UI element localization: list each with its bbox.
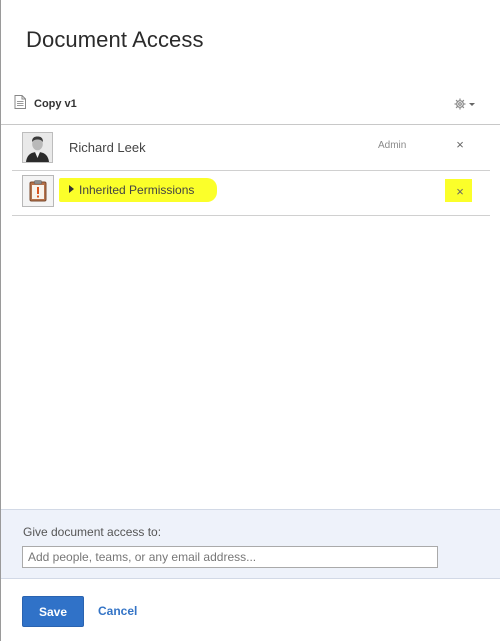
chevron-down-icon xyxy=(469,103,475,106)
user-access-row: Richard Leek Admin × xyxy=(12,125,490,170)
document-icon xyxy=(14,95,26,109)
give-access-panel: Give document access to: xyxy=(1,509,500,579)
cancel-button[interactable]: Cancel xyxy=(98,604,137,618)
document-name: Copy v1 xyxy=(34,98,77,110)
expand-caret-icon[interactable] xyxy=(69,185,74,193)
remove-user-button[interactable]: × xyxy=(452,137,468,153)
inherited-permissions-toggle[interactable]: Inherited Permissions xyxy=(79,183,194,197)
remove-inherited-button[interactable]: × xyxy=(452,184,468,200)
give-access-label: Give document access to: xyxy=(23,525,162,539)
settings-dropdown-button[interactable] xyxy=(453,96,481,112)
user-name: Richard Leek xyxy=(69,140,146,155)
access-search-input[interactable] xyxy=(22,546,438,568)
document-bar: Copy v1 xyxy=(1,88,500,124)
gear-icon xyxy=(454,98,475,110)
document-access-dialog: Document Access Copy v1 Richard Leek Adm… xyxy=(0,0,500,641)
save-button[interactable]: Save xyxy=(22,596,84,627)
avatar xyxy=(22,132,53,163)
dialog-title: Document Access xyxy=(26,27,204,52)
row-divider xyxy=(12,215,490,216)
user-role: Admin xyxy=(378,140,407,151)
warning-clipboard-icon xyxy=(22,175,54,207)
inherited-permissions-row: Inherited Permissions × xyxy=(12,171,490,216)
